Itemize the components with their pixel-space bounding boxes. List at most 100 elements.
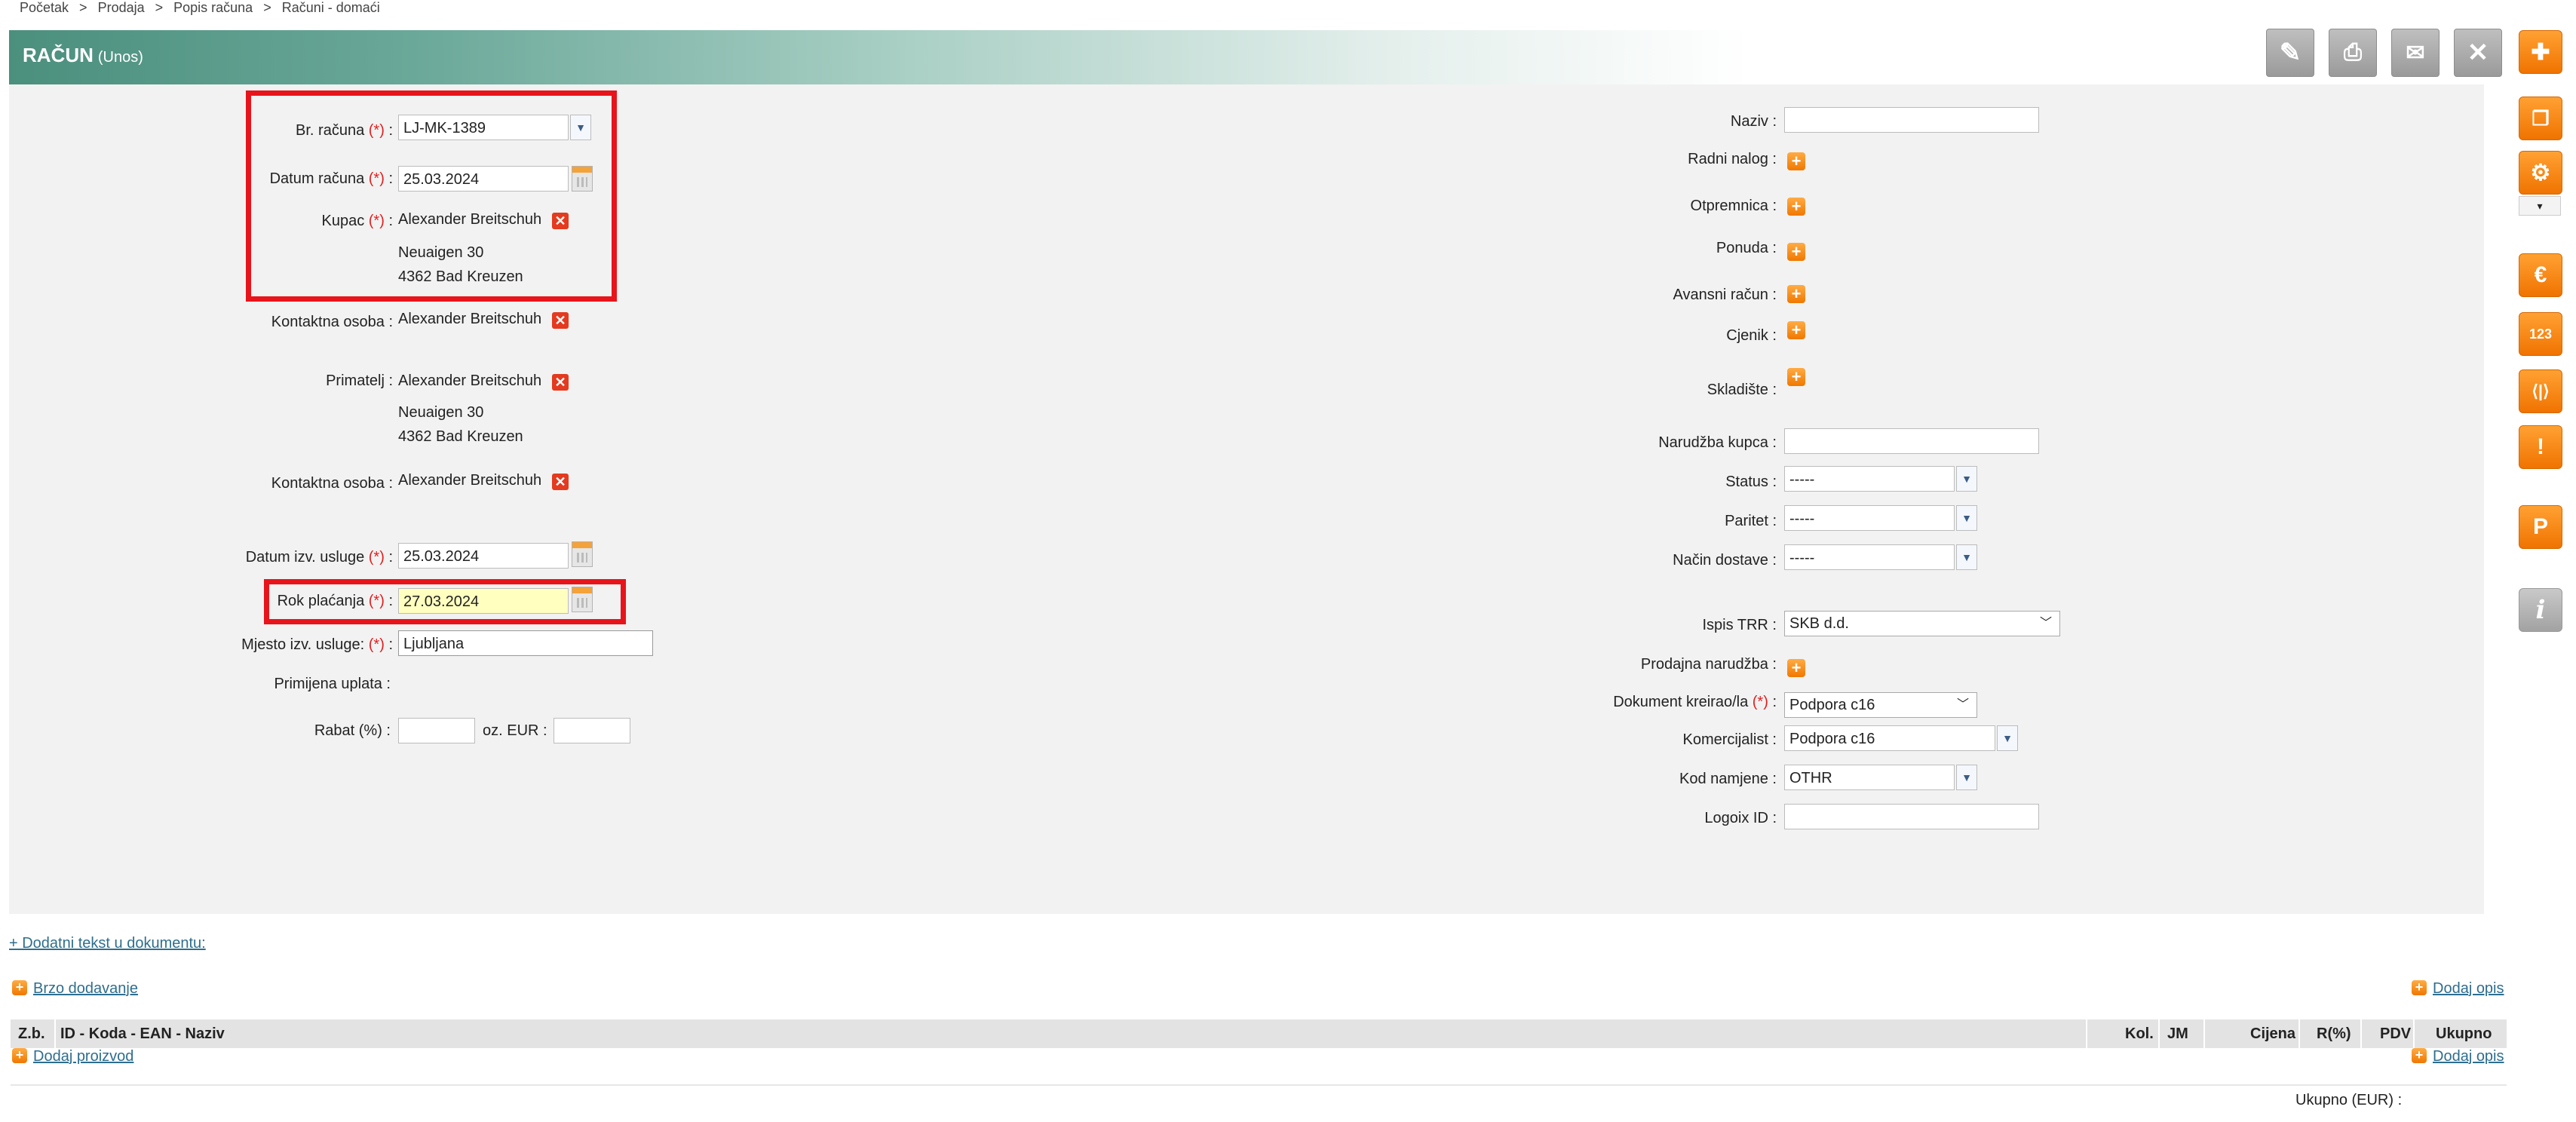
breadcrumb-home[interactable]: Početak	[20, 0, 69, 15]
sales-rep-label: Komercijalist :	[1682, 731, 1777, 748]
invoice-number-label: Br. računa (*) :	[296, 122, 393, 139]
contact-person-label: Kontaktna osoba :	[271, 314, 393, 330]
numbers-icon: 123	[2528, 326, 2553, 342]
col-header-unit: JM	[2167, 1025, 2188, 1042]
remove-recipient-icon[interactable]: ✕	[552, 374, 569, 391]
purpose-code-dropdown[interactable]: ▼	[1956, 765, 1977, 790]
purpose-code-label: Kod namjene :	[1679, 771, 1777, 787]
quick-add-link[interactable]: Brzo dodavanje	[33, 980, 138, 998]
add-offer-icon[interactable]: +	[1787, 243, 1805, 261]
breadcrumb: Početak > Prodaja > Popis računa > Računi - do…	[20, 0, 380, 15]
p-button[interactable]: P	[2519, 505, 2562, 549]
add-product-icon: +	[12, 1048, 27, 1063]
copy-button[interactable]: ❐	[2519, 97, 2562, 140]
invoice-number-field[interactable]: LJ-MK-1389	[398, 115, 569, 140]
delivery-method-select[interactable]: -----	[1784, 544, 1955, 570]
recipient-contact-name[interactable]: Alexander Breitschuh	[398, 472, 541, 489]
edit-button[interactable]: ✎	[2266, 29, 2314, 77]
print-button[interactable]: ⎙	[2329, 29, 2377, 77]
add-description-icon: +	[2412, 1048, 2427, 1063]
discount-eur-field[interactable]	[554, 718, 630, 743]
warning-button[interactable]: !	[2519, 425, 2562, 469]
chevron-down-icon: ▼	[575, 121, 586, 133]
status-dropdown[interactable]: ▼	[1956, 466, 1977, 492]
numbering-button[interactable]: 123	[2519, 312, 2562, 356]
calendar-icon[interactable]	[572, 587, 593, 612]
currency-button[interactable]: €	[2519, 253, 2562, 297]
breadcrumb-popis[interactable]: Popis računa	[173, 0, 253, 15]
add-work-order-icon[interactable]: +	[1787, 152, 1805, 170]
add-product-link[interactable]: Dodaj proizvod	[33, 1048, 133, 1065]
recipient-contact-label: Kontaktna osoba :	[271, 475, 393, 492]
parity-dropdown[interactable]: ▼	[1956, 505, 1977, 531]
split-button[interactable]: ⟨|⟩	[2519, 369, 2562, 413]
bank-account-label: Ispis TRR :	[1702, 617, 1777, 633]
parity-select[interactable]: -----	[1784, 505, 1955, 531]
sales-rep-field[interactable]: Podpora c16	[1784, 725, 1995, 751]
add-advance-invoice-icon[interactable]: +	[1787, 285, 1805, 303]
offer-label: Ponuda :	[1716, 240, 1777, 256]
created-by-select[interactable]: Podpora c16 ﹀	[1784, 692, 1977, 718]
chevron-down-icon: ▼	[1961, 473, 1972, 485]
customer-city: 4362 Bad Kreuzen	[398, 268, 523, 285]
logoix-id-field[interactable]	[1784, 804, 2039, 829]
envelope-icon: ✉	[2406, 40, 2425, 66]
divider	[11, 1084, 2507, 1086]
close-icon: ✕	[2467, 38, 2489, 67]
service-date-field[interactable]: 25.03.2024	[398, 543, 569, 569]
delivery-note-label: Otpremnica :	[1690, 198, 1777, 214]
add-description-link-2[interactable]: Dodaj opis	[2433, 1048, 2504, 1065]
calendar-icon[interactable]	[572, 166, 593, 192]
add-description-link[interactable]: Dodaj opis	[2433, 980, 2504, 998]
customer-name[interactable]: Alexander Breitschuh	[398, 211, 541, 228]
logoix-id-label: Logoix ID :	[1704, 810, 1777, 826]
calendar-icon[interactable]	[572, 541, 593, 567]
status-select[interactable]: -----	[1784, 466, 1955, 492]
info-icon: i	[2535, 595, 2546, 625]
col-header-rabat: R(%)	[2317, 1025, 2351, 1042]
info-button[interactable]: i	[2519, 588, 2562, 632]
add-button[interactable]: ✚	[2519, 30, 2562, 74]
settings-button[interactable]: ⚙	[2519, 151, 2562, 195]
remove-customer-icon[interactable]: ✕	[552, 213, 569, 229]
sales-order-label: Prodajna narudžba :	[1640, 656, 1777, 673]
breadcrumb-prodaja[interactable]: Prodaja	[98, 0, 145, 15]
service-place-label: Mjesto izv. usluge: (*) :	[241, 636, 393, 653]
column-divider	[2086, 1019, 2087, 1048]
customer-order-field[interactable]	[1784, 428, 2039, 454]
printer-icon: ⎙	[2344, 40, 2362, 65]
delivery-method-label: Način dostave :	[1673, 552, 1777, 569]
purpose-code-field[interactable]: OTHR	[1784, 765, 1955, 790]
settings-dropdown[interactable]: ▾	[2519, 196, 2561, 216]
delivery-method-dropdown[interactable]: ▼	[1956, 544, 1977, 570]
chevron-down-icon: ﹀	[2039, 617, 2052, 630]
remove-contact-icon[interactable]: ✕	[552, 312, 569, 329]
contact-person-name[interactable]: Alexander Breitschuh	[398, 311, 541, 328]
chevron-down-icon: ▼	[1961, 771, 1972, 783]
remove-recipient-contact-icon[interactable]: ✕	[552, 474, 569, 490]
add-warehouse-icon[interactable]: +	[1787, 368, 1805, 386]
additional-text-link[interactable]: + Dodatni tekst u dokumentu:	[9, 935, 206, 952]
add-sales-order-icon[interactable]: +	[1787, 659, 1805, 677]
title-field[interactable]	[1784, 107, 2039, 133]
breadcrumb-current: Računi - domaći	[281, 0, 380, 15]
recipient-city: 4362 Bad Kreuzen	[398, 428, 523, 445]
page-subtitle: (Unos)	[97, 49, 143, 66]
due-date-field[interactable]: 27.03.2024	[398, 588, 569, 614]
add-delivery-note-icon[interactable]: +	[1787, 198, 1805, 216]
sales-rep-dropdown[interactable]: ▼	[1997, 725, 2018, 751]
discount-percent-field[interactable]	[398, 718, 475, 743]
copy-icon: ❐	[2532, 106, 2550, 130]
service-date-label: Datum izv. usluge (*) :	[245, 549, 393, 566]
service-place-field[interactable]: Ljubljana	[398, 630, 653, 656]
add-price-list-icon[interactable]: +	[1787, 321, 1805, 339]
gear-icon: ⚙	[2530, 160, 2551, 185]
discount-label: Rabat (%) :	[314, 722, 391, 739]
cancel-button[interactable]: ✕	[2454, 29, 2502, 77]
invoice-number-dropdown[interactable]: ▼	[570, 115, 591, 140]
bank-account-select[interactable]: SKB d.d. ﹀	[1784, 611, 2060, 636]
chevron-down-icon: ▼	[2002, 732, 2013, 744]
email-button[interactable]: ✉	[2391, 29, 2440, 77]
invoice-date-field[interactable]: 25.03.2024	[398, 166, 569, 192]
recipient-name[interactable]: Alexander Breitschuh	[398, 372, 541, 390]
